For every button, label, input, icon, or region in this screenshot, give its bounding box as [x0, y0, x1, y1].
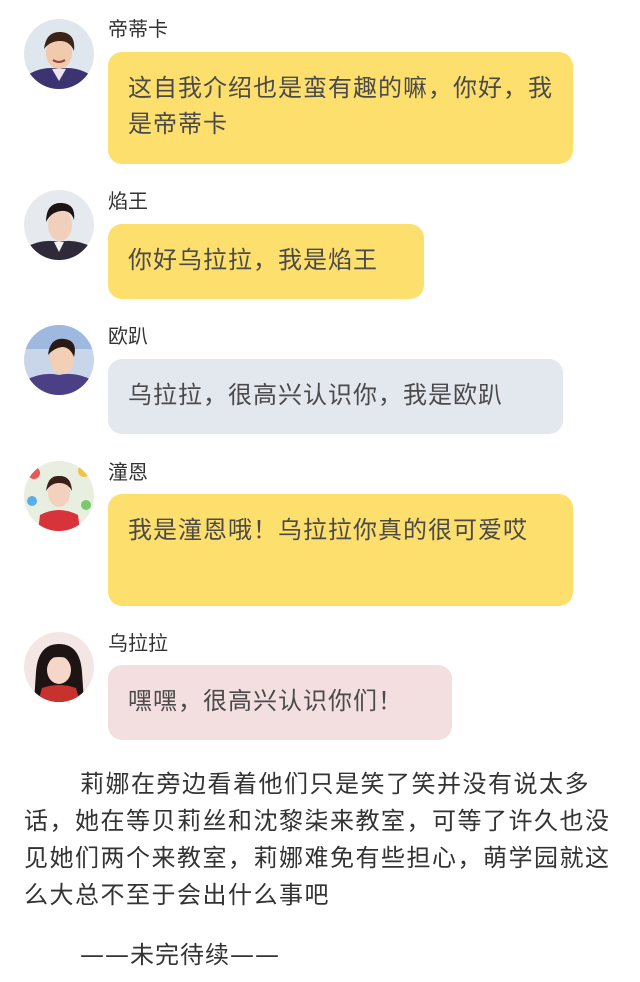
- avatar[interactable]: [24, 632, 94, 702]
- speaker-name: 帝蒂卡: [108, 17, 168, 41]
- avatar-tongen-image: [24, 461, 94, 531]
- speaker-name: 欧趴: [108, 324, 148, 348]
- ending-line: ——未完待续——: [80, 941, 280, 969]
- narration-paragraph: 莉娜在旁边看着他们只是笑了笑并没有说太多话，她在等贝莉丝和沈黎柒来教室，可等了许…: [24, 770, 611, 909]
- avatar-ditika-image: [24, 19, 94, 89]
- avatar[interactable]: [24, 190, 94, 260]
- avatar-yanwang-image: [24, 190, 94, 260]
- message-bubble: 我是潼恩哦！乌拉拉你真的很可爱哎: [108, 494, 573, 606]
- speaker-name: 乌拉拉: [108, 631, 168, 655]
- message-bubble: 乌拉拉，很高兴认识你，我是欧趴: [108, 359, 563, 434]
- avatar[interactable]: [24, 461, 94, 531]
- speaker-name: 焰王: [108, 189, 148, 213]
- message-bubble: 这自我介绍也是蛮有趣的嘛，你好，我是帝蒂卡: [108, 52, 573, 164]
- avatar[interactable]: [24, 19, 94, 89]
- avatar[interactable]: [24, 325, 94, 395]
- message-bubble: 你好乌拉拉，我是焰王: [108, 224, 424, 299]
- avatar-wulala-image: [24, 632, 94, 702]
- speaker-name: 潼恩: [108, 460, 148, 484]
- avatar-oupa-image: [24, 325, 94, 395]
- message-bubble: 嘿嘿，很高兴认识你们！: [108, 665, 452, 740]
